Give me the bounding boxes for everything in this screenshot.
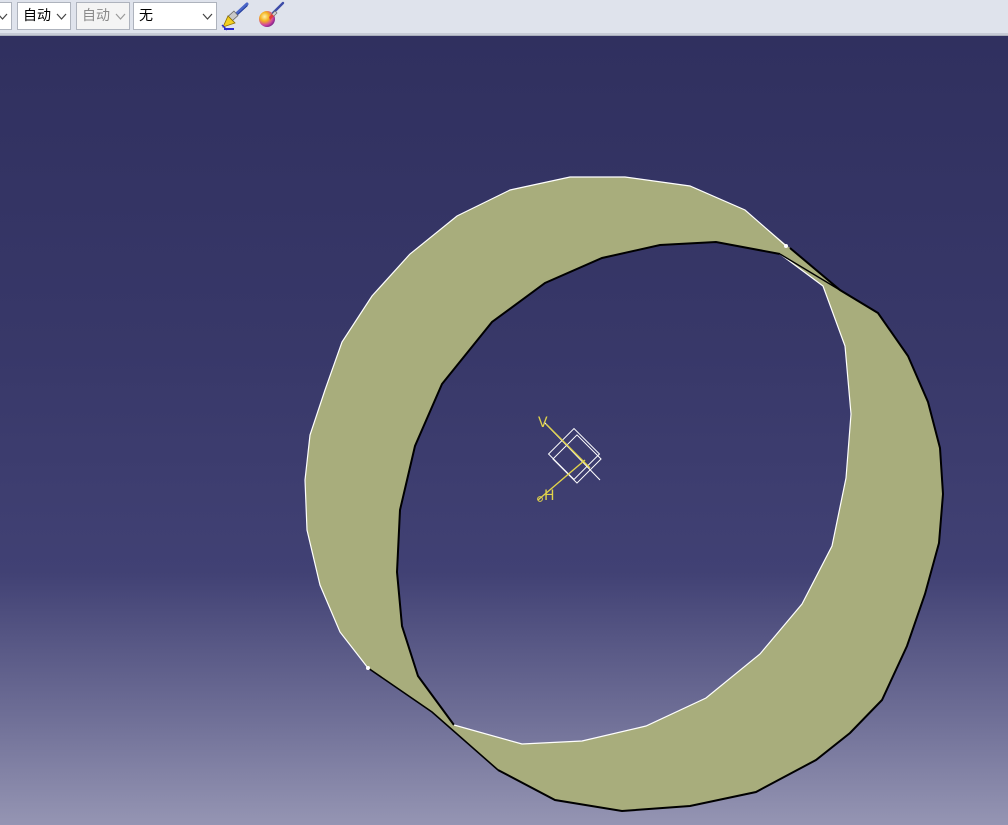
chevron-down-icon [115,13,126,20]
apply-material-icon [259,1,285,27]
apply-material-button[interactable] [256,1,286,31]
3d-viewport[interactable]: V H [0,36,1008,825]
axis-compass[interactable]: V H [537,415,602,504]
ring-vertex-marker[interactable] [784,244,788,248]
combo-line-type-auto[interactable]: 自动 [17,2,71,30]
graphic-properties-toolbar: 自动 自动 无 [0,0,1008,36]
ring-seam-edge [367,667,499,771]
combo-line-type-value: 自动 [23,8,51,24]
ring-surface[interactable] [305,177,943,811]
paint-brush-button[interactable] [220,1,250,31]
combo-layer-value: 无 [139,8,153,24]
ring-seam-upper [779,253,879,314]
chevron-down-icon [202,13,213,20]
3d-scene: V H [304,176,945,813]
axis-h-label: H [544,488,555,504]
chevron-down-icon [0,13,8,20]
chevron-down-icon [56,13,67,20]
combo-partial-left[interactable] [0,2,12,30]
combo-thickness-value: 自动 [82,8,110,24]
axis-v-label: V [538,415,548,431]
catia-window: 自动 自动 无 V H [0,0,1008,825]
combo-layer-none[interactable]: 无 [133,2,217,30]
combo-thickness-auto[interactable]: 自动 [76,2,130,30]
ring-vertex-marker[interactable] [366,666,370,670]
paint-brush-icon [221,2,249,31]
